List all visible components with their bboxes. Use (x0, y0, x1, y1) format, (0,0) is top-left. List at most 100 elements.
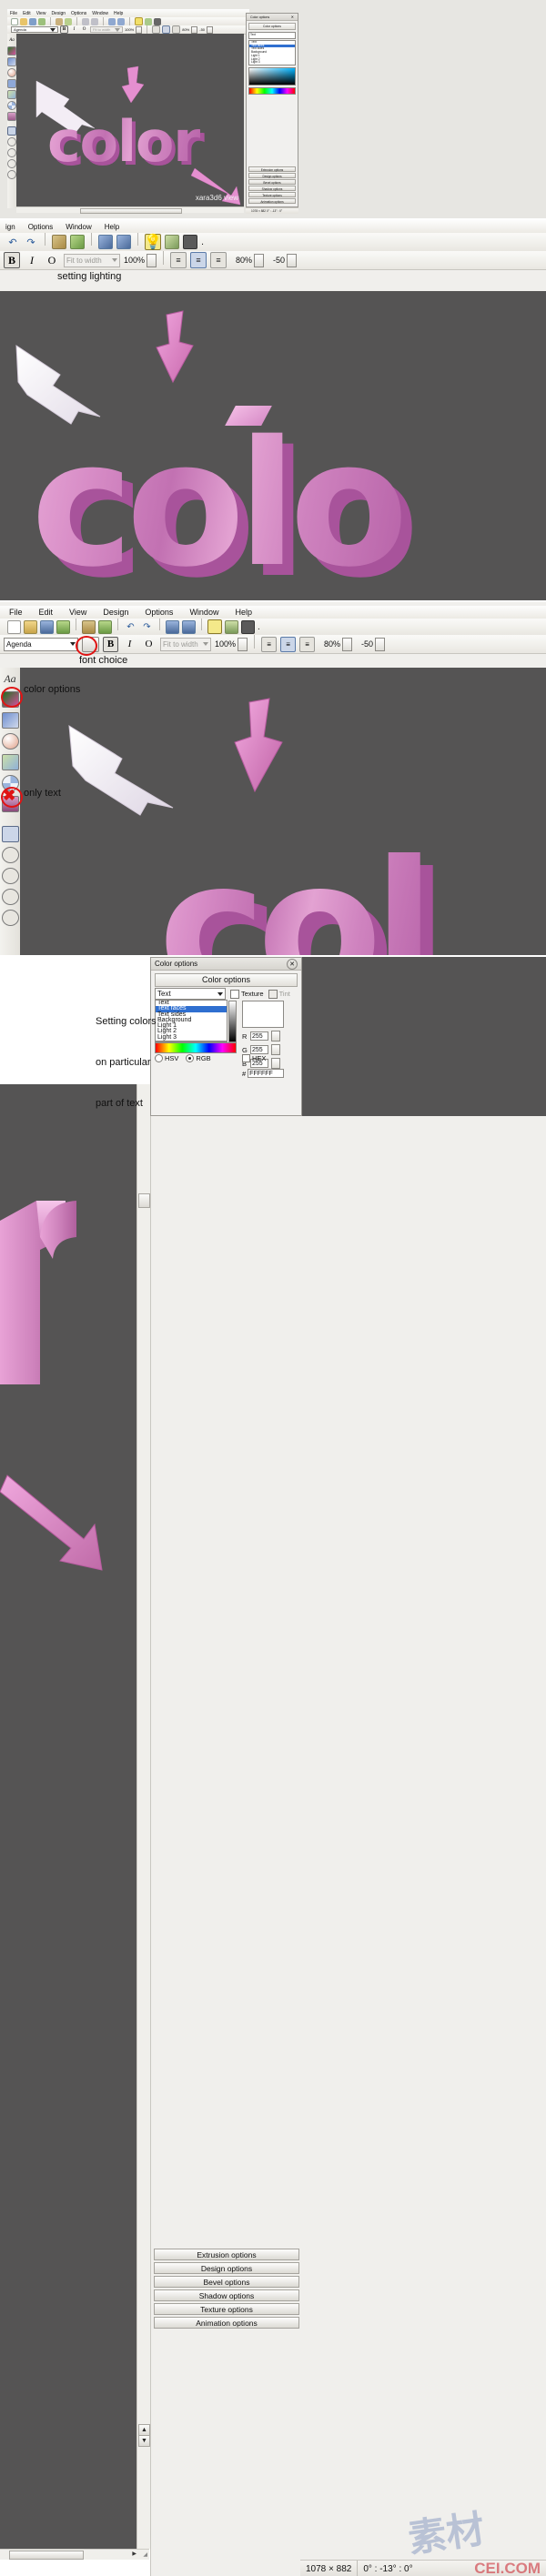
align-left-icon[interactable]: ≡ (261, 636, 278, 652)
rgb-radio[interactable] (186, 1054, 195, 1062)
menu-item-options[interactable]: Options (28, 223, 54, 231)
scale-spinner[interactable] (136, 25, 143, 34)
channel-row-r[interactable]: R 255 (242, 1031, 297, 1041)
hex-checkbox[interactable] (242, 1054, 250, 1062)
color-target-dropdown[interactable]: Text (155, 988, 226, 1000)
tracking-spinner[interactable] (342, 637, 353, 651)
italic-button[interactable]: I (24, 252, 40, 268)
outline-button[interactable]: O (44, 252, 60, 268)
menu-item-help[interactable]: Help (114, 11, 123, 16)
menubar-full[interactable]: File Edit View Design Options Window Hel… (0, 606, 546, 619)
option-button-extrusion[interactable]: Extrusion options (154, 2249, 299, 2260)
new-document-icon[interactable] (11, 17, 18, 25)
menu-item-view[interactable]: View (69, 608, 86, 617)
option-button-shadow[interactable]: Shadow options (154, 2289, 299, 2301)
extrusion-tool-icon[interactable] (1, 712, 19, 729)
panel-title-bar[interactable]: Color options ✕ (151, 958, 301, 971)
option-button[interactable]: Texture options (248, 192, 296, 197)
rotate-z-icon[interactable] (1, 889, 19, 905)
hue-strip[interactable] (155, 1042, 237, 1053)
menu-item-help[interactable]: Help (235, 608, 252, 617)
horizontal-scrollbar-mini[interactable] (16, 206, 244, 214)
canvas-full[interactable]: col col (20, 668, 546, 955)
play-icon[interactable] (182, 619, 196, 634)
option-button[interactable]: Extrusion options (248, 166, 296, 172)
hue-bar-mini[interactable] (248, 87, 296, 95)
scale-field-mini[interactable]: 100% (125, 25, 143, 34)
rotate-z-icon[interactable] (7, 159, 16, 168)
canvas-vertical-scrollbar[interactable]: ▲ ▼ (136, 1084, 150, 2549)
option-button[interactable]: Animation options (248, 198, 296, 204)
bevel-tool-icon[interactable] (7, 68, 16, 77)
menu-item-window[interactable]: Window (66, 223, 91, 231)
play-icon[interactable] (117, 17, 125, 25)
close-icon[interactable]: ✕ (291, 15, 294, 19)
x-tool-icon[interactable] (1, 826, 19, 842)
redo-icon[interactable]: ↷ (24, 235, 38, 249)
color-target-dropdown-list[interactable]: Text Text faces Text sides Background Li… (155, 1000, 228, 1041)
tint-checkbox-label[interactable]: Tint (268, 989, 290, 999)
bevel-tool-icon[interactable] (1, 733, 19, 750)
channel-spinner-r[interactable] (271, 1031, 280, 1041)
option-button-bevel[interactable]: Bevel options (154, 2276, 299, 2288)
align-center-icon[interactable]: ≡ (280, 636, 297, 652)
channel-input-r[interactable]: 255 (250, 1031, 268, 1041)
align-center-icon[interactable]: ≡ (190, 252, 207, 268)
rotate-y-icon[interactable] (7, 148, 16, 157)
hex-checkbox-label[interactable]: HEX (242, 1054, 266, 1062)
channel-spinner-g[interactable] (271, 1044, 280, 1055)
open-folder-icon[interactable] (20, 17, 27, 25)
panel-header-button[interactable]: Color options (155, 973, 298, 987)
bold-button-mini[interactable]: B (60, 25, 68, 34)
menu-item-file[interactable]: File (9, 608, 23, 617)
animation-tool-icon[interactable] (7, 101, 16, 110)
toolbar-icons-full[interactable]: ↶ ↷ . (0, 619, 546, 636)
save-disk-icon[interactable] (40, 619, 54, 634)
texture-checkbox-label[interactable]: Texture (230, 989, 264, 999)
hsv-radio-label[interactable]: HSV (155, 1054, 178, 1062)
option-button-animation[interactable]: Animation options (154, 2317, 299, 2329)
paste-style-icon[interactable] (70, 235, 85, 249)
list-item[interactable]: Light 3 (249, 61, 295, 65)
font-family-combo-mini[interactable]: Agenda (11, 26, 58, 33)
menu-item-window[interactable]: Window (189, 608, 218, 617)
panel-dropdown-mini[interactable]: Text (248, 32, 296, 39)
canvas-horizontal-scrollbar[interactable]: ▶ ◢ (0, 2549, 149, 2560)
menu-item-options[interactable]: Options (71, 11, 86, 16)
tracking-field[interactable]: 80% (236, 253, 265, 267)
side-toolbar-full[interactable]: Aa (0, 668, 21, 959)
background-icon[interactable] (241, 619, 255, 634)
color-preview-swatch[interactable] (242, 1001, 284, 1028)
channel-spinner-b[interactable] (271, 1058, 280, 1069)
toolbar-more-icon[interactable]: . (258, 622, 260, 632)
align-right-icon[interactable]: ≡ (299, 636, 316, 652)
option-button[interactable]: Design options (248, 173, 296, 178)
menu-item-file[interactable]: File (10, 11, 17, 16)
tracking-field-mini[interactable]: 80% (182, 25, 198, 34)
export-icon[interactable] (56, 619, 70, 634)
color-tool-icon[interactable] (7, 46, 16, 55)
scrollbar-thumb[interactable] (9, 2551, 84, 2560)
menu-item-help[interactable]: Help (105, 223, 119, 231)
texture-tool-icon[interactable] (7, 90, 16, 99)
saturation-box-mini[interactable] (248, 67, 296, 86)
undo-icon[interactable]: ↶ (5, 235, 20, 249)
light-tool-icon[interactable] (7, 112, 16, 121)
canvas-detail[interactable] (0, 1084, 150, 2549)
scale-spinner[interactable] (147, 253, 157, 267)
align-right-icon[interactable] (172, 25, 181, 34)
scrollbar-thumb[interactable] (138, 1193, 150, 1208)
fit-mode-combo[interactable]: Fit to width (64, 253, 120, 267)
align-right-icon[interactable]: ≡ (210, 252, 228, 268)
copy-style-icon[interactable] (52, 235, 66, 249)
align-center-icon[interactable] (162, 25, 171, 34)
leading-field[interactable]: -50 (361, 637, 386, 651)
canvas-medium[interactable]: colo colo (0, 291, 546, 600)
option-button[interactable]: Shadow options (248, 186, 296, 191)
list-item-light-3[interactable]: Light 3 (156, 1034, 227, 1041)
tracking-field[interactable]: 80% (324, 637, 353, 651)
texture-icon[interactable] (225, 619, 238, 634)
scale-field[interactable]: 100% (124, 253, 157, 267)
texture-icon[interactable] (145, 17, 152, 25)
redo-icon[interactable] (91, 17, 98, 25)
